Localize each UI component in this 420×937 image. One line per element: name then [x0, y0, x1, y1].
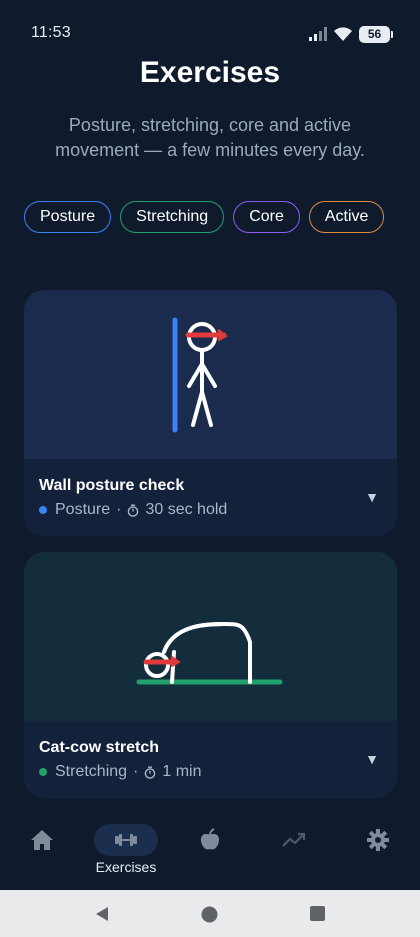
- expand-chevron-icon[interactable]: ▼: [365, 489, 379, 505]
- meta-separator: ·: [116, 501, 122, 518]
- card-footer: Wall posture check Posture · 30 sec hold…: [24, 459, 397, 536]
- bottom-nav: Exercises: [0, 810, 420, 890]
- recents-icon[interactable]: [310, 906, 325, 921]
- status-time: 11:53: [31, 24, 71, 41]
- nav-nutrition[interactable]: [168, 824, 252, 856]
- page-subtitle: Posture, stretching, core and active mov…: [55, 115, 365, 160]
- battery-indicator: 56: [359, 25, 393, 43]
- chip-core[interactable]: Core: [233, 201, 300, 233]
- category-dot: [39, 506, 47, 514]
- nav-label-exercises: Exercises: [95, 859, 157, 875]
- exercise-meta: Stretching · 1 min: [39, 763, 202, 781]
- expand-chevron-icon[interactable]: ▼: [365, 751, 379, 767]
- exercise-duration: 1 min: [162, 763, 202, 780]
- wifi-icon: [334, 27, 352, 41]
- wall-posture-illustration: [24, 290, 397, 459]
- timer-icon: [145, 766, 156, 779]
- exercise-category: Stretching: [55, 763, 128, 780]
- filter-chips: Posture Stretching Core Active: [24, 201, 404, 233]
- nav-settings[interactable]: [336, 824, 420, 856]
- back-icon[interactable]: [94, 906, 110, 922]
- status-icons: 56: [309, 24, 393, 44]
- signal-icon: [309, 27, 327, 41]
- meta-separator: ·: [133, 763, 139, 780]
- exercise-duration: 30 sec hold: [145, 501, 228, 518]
- exercise-title: Wall posture check: [39, 477, 185, 494]
- exercise-card-cat-cow[interactable]: Cat-cow stretch Stretching · 1 min ▼: [24, 552, 397, 798]
- home-button-icon[interactable]: [201, 906, 218, 923]
- chip-stretching[interactable]: Stretching: [120, 201, 225, 233]
- page-title: Exercises: [139, 56, 281, 89]
- category-dot: [39, 768, 47, 776]
- timer-icon: [128, 504, 139, 517]
- exercise-category: Posture: [55, 501, 111, 518]
- cat-cow-figure: [136, 621, 283, 685]
- gear-icon: [346, 824, 410, 856]
- chip-posture[interactable]: Posture: [24, 201, 112, 233]
- cat-cow-illustration: [24, 552, 397, 721]
- wall-posture-figure: [172, 317, 228, 433]
- nav-home[interactable]: [0, 824, 84, 856]
- exercise-card-wall-posture[interactable]: Wall posture check Posture · 30 sec hold…: [24, 290, 397, 536]
- nav-exercises[interactable]: Exercises: [84, 824, 168, 875]
- chip-active[interactable]: Active: [308, 201, 385, 233]
- system-nav-bar: [0, 890, 420, 937]
- card-footer: Cat-cow stretch Stretching · 1 min ▼: [24, 721, 397, 798]
- dumbbell-icon: [94, 824, 158, 856]
- trend-icon: [262, 824, 326, 856]
- apple-icon: [178, 824, 242, 856]
- home-icon: [10, 824, 74, 856]
- nav-progress[interactable]: [252, 824, 336, 856]
- exercise-title: Cat-cow stretch: [39, 739, 160, 756]
- exercise-meta: Posture · 30 sec hold: [39, 501, 227, 519]
